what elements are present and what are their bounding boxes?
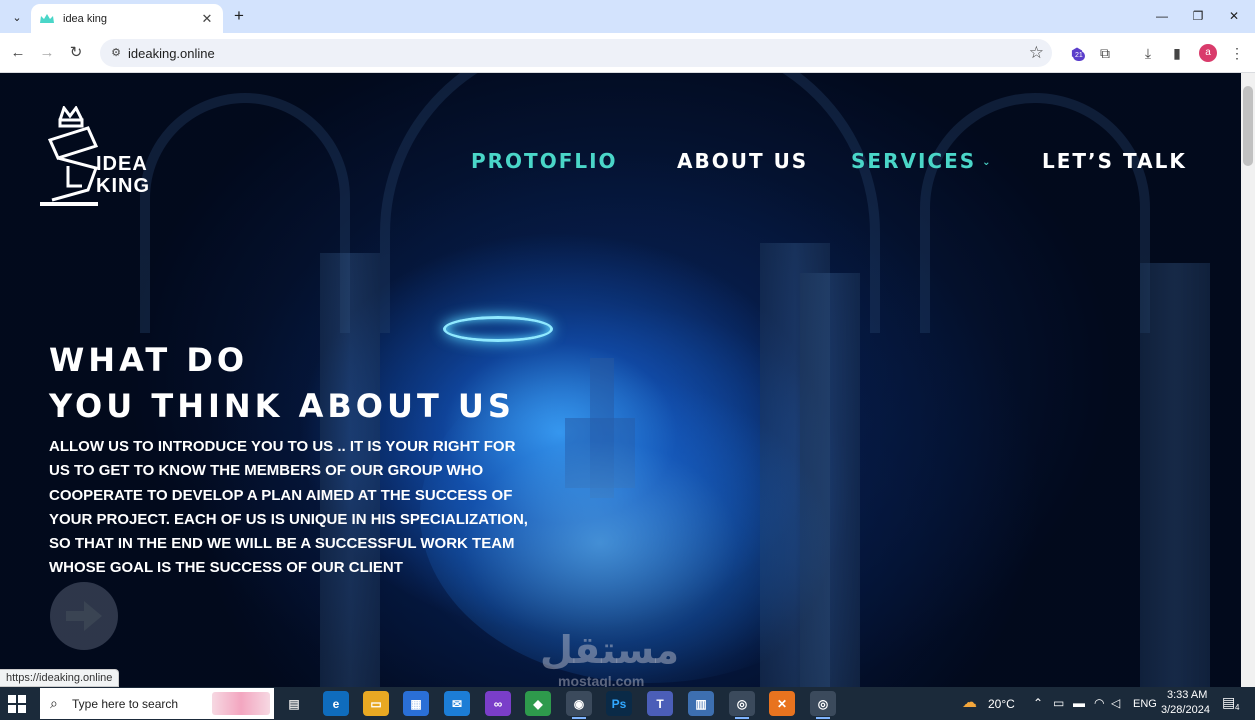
arch-decoration [140, 93, 350, 333]
arrow-right-button[interactable] [50, 582, 118, 650]
mail-icon[interactable]: ✉ [444, 691, 470, 716]
crown-favicon-icon [40, 13, 54, 23]
tray-chevron-up-icon[interactable]: ⌃ [1033, 696, 1043, 710]
clock-time[interactable]: 3:33 AM [1167, 689, 1207, 701]
nav-services[interactable]: SERVICES ⌄ [851, 149, 993, 173]
visual-studio-icon[interactable]: ∞ [485, 691, 511, 716]
pillar-decoration [1140, 263, 1210, 687]
browser-toolbar: ← → ↻ ⚙ ideaking.online ☆ ⬢ 21 ⧉ ⤓ ▮ a ⋮ [0, 33, 1255, 73]
hero-title: WHAT DO YOU THINK ABOUT US [49, 337, 515, 429]
restore-icon[interactable]: ❐ [1183, 6, 1213, 26]
tab-title: idea king [63, 12, 108, 25]
reload-icon[interactable]: ↻ [65, 42, 87, 64]
new-tab-button[interactable]: + [229, 6, 249, 26]
notification-count: 4 [1235, 703, 1240, 712]
address-bar[interactable]: ⚙ ideaking.online ☆ [100, 39, 1052, 67]
arch-decoration [920, 93, 1150, 333]
hero-title-line-2: YOU THINK ABOUT US [49, 387, 515, 425]
close-window-icon[interactable]: ✕ [1219, 6, 1249, 26]
minimize-icon[interactable]: — [1147, 6, 1177, 26]
browser-tab[interactable]: idea king ✕ [31, 4, 223, 33]
hero-text-line: ALLOW US TO INTRODUCE YOU TO US .. IT IS… [49, 438, 516, 455]
taskbar-search-input[interactable]: ⌕ Type here to search [40, 688, 274, 719]
hero-description: ALLOW US TO INTRODUCE YOU TO US .. IT IS… [49, 435, 529, 581]
chrome-profile-icon[interactable]: ◉ [566, 691, 592, 719]
file-explorer-icon[interactable]: ▭ [363, 691, 389, 716]
menu-kebab-icon[interactable]: ⋮ [1226, 42, 1248, 64]
weather-icon[interactable]: ☁ [962, 693, 977, 711]
chrome-icon[interactable]: ◎ [729, 691, 755, 719]
meet-now-icon[interactable]: ▭ [1053, 696, 1064, 710]
bookmark-star-icon[interactable]: ☆ [1029, 43, 1044, 63]
photoshop-icon[interactable]: Ps [606, 691, 632, 716]
logo-line-king: KING [96, 175, 150, 197]
app-icon[interactable]: ◆ [525, 691, 551, 716]
hero-text-line: COOPERATE TO DEVELOP A PLAN AIMED AT THE… [49, 486, 513, 504]
hero-text-line: SO THAT IN THE END WE WILL BE A SUCCESSF… [49, 535, 515, 553]
hero-text-line: US TO GET TO KNOW THE MEMBERS OF OUR GRO… [49, 462, 484, 480]
extension-badge: 21 [1073, 51, 1085, 61]
chevron-down-icon: ⌄ [982, 157, 993, 168]
battery-icon[interactable]: ▬ [1073, 696, 1085, 710]
download-icon[interactable]: ⤓ [1137, 42, 1159, 64]
logo-line-idea: IDEA [96, 153, 148, 175]
wifi-icon[interactable]: ◠ [1094, 696, 1104, 710]
forward-icon[interactable]: → [36, 42, 58, 64]
search-placeholder: Type here to search [72, 697, 179, 711]
search-highlight-image [212, 692, 270, 715]
hero-text-line: YOUR PROJECT. EACH OF US IS UNIQUE IN HI… [49, 510, 528, 528]
search-icon: ⌕ [50, 695, 58, 711]
scrollbar-thumb[interactable] [1243, 86, 1253, 166]
teams-icon[interactable]: T [647, 691, 673, 716]
clock-date[interactable]: 3/28/2024 [1161, 704, 1210, 716]
tab-close-icon[interactable]: ✕ [199, 11, 215, 27]
back-icon[interactable]: ← [7, 42, 29, 64]
nav-services-label: SERVICES [851, 149, 977, 173]
hero-title-line-1: WHAT DO [49, 341, 249, 379]
web-page: IDEA KING PROTOFLIO ABOUT US SERVICES ⌄ L… [0, 73, 1241, 687]
edge-icon[interactable]: e [323, 691, 349, 716]
site-info-icon[interactable]: ⚙ [108, 45, 124, 61]
side-panel-icon[interactable]: ▮ [1166, 42, 1188, 64]
windows-start-icon[interactable] [8, 695, 26, 713]
language-indicator[interactable]: ENG [1133, 698, 1157, 710]
chrome-icon-2[interactable]: ◎ [810, 691, 836, 719]
url-text[interactable]: ideaking.online [128, 46, 215, 61]
logo-text: IDEA KING [96, 153, 150, 197]
nav-about-us[interactable]: ABOUT US [677, 149, 808, 173]
link-status-bar: https://ideaking.online [0, 669, 120, 687]
app-icon-2[interactable]: ▥ [688, 691, 714, 716]
watermark-logo: مستقل [540, 628, 679, 672]
tab-strip: ⌄ idea king ✕ + — ❐ ✕ [0, 0, 1255, 33]
nav-lets-talk[interactable]: LET’S TALK [1042, 149, 1187, 173]
tab-search-chevron-icon[interactable]: ⌄ [6, 7, 28, 27]
notification-icon[interactable]: ▤ [1222, 694, 1235, 711]
store-icon[interactable]: ▦ [403, 691, 429, 716]
windows-taskbar: ⌕ Type here to search ▤ e ▭ ▦ ✉ ∞ ◆ ◉ Ps… [0, 687, 1255, 720]
extensions-puzzle-icon[interactable]: ⧉ [1094, 42, 1116, 64]
nav-portfolio[interactable]: PROTOFLIO [471, 149, 618, 173]
weather-temperature[interactable]: 20°C [988, 697, 1015, 711]
profile-avatar[interactable]: a [1199, 44, 1217, 62]
xampp-icon[interactable]: ✕ [769, 691, 795, 716]
task-view-icon[interactable]: ▤ [281, 691, 307, 716]
volume-icon[interactable]: ◁ [1111, 696, 1120, 710]
hero-text-line: WHOSE GOAL IS THE SUCCESS OF OUR CLIENT [49, 559, 403, 577]
arrow-right-icon [66, 601, 102, 631]
